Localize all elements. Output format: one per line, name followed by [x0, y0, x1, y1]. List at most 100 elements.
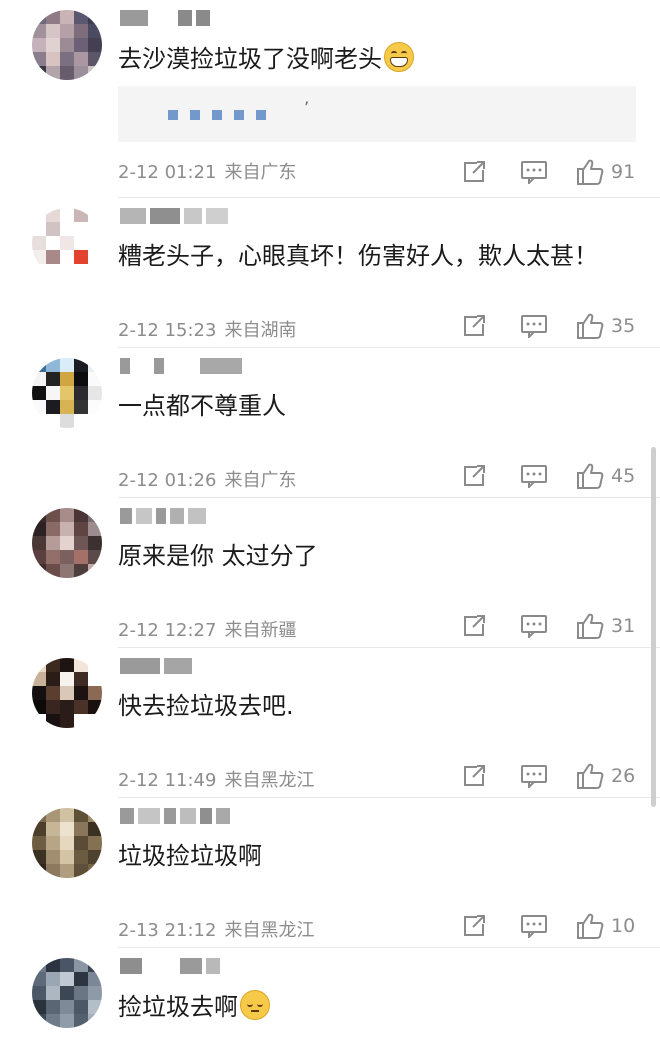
ip-location: 来自新疆 — [224, 620, 297, 641]
eye-roll-icon — [240, 990, 270, 1020]
avatar[interactable] — [32, 658, 102, 728]
comment-meta: 2-13 21:12 来自黑龙江 — [118, 916, 314, 942]
quote-mark: ’ — [304, 98, 310, 117]
avatar[interactable] — [32, 208, 102, 278]
comment-actions: 35 — [462, 312, 642, 342]
ip-location: 来自广东 — [224, 470, 297, 491]
timestamp: 2-12 11:49 — [118, 770, 217, 791]
like-button[interactable]: 35 — [575, 312, 635, 340]
share-icon — [462, 160, 488, 184]
avatar[interactable] — [32, 808, 102, 878]
comment-icon — [520, 914, 548, 938]
comment-item: 原来是你 太过分了 2-12 12:27 来自新疆 31 — [0, 498, 660, 648]
ip-location: 来自黑龙江 — [224, 920, 315, 941]
reply-button[interactable] — [520, 312, 548, 340]
comment-item: 捡垃圾去啊 — [0, 948, 660, 1043]
reply-button[interactable] — [520, 158, 548, 186]
comment-actions: 10 — [462, 912, 642, 942]
username-blurred[interactable] — [120, 658, 192, 680]
like-button[interactable]: 91 — [575, 158, 635, 186]
avatar[interactable] — [32, 958, 102, 1028]
comment-text-content: 垃圾捡垃圾啊 — [118, 842, 262, 870]
comment-icon — [520, 764, 548, 788]
like-button[interactable]: 45 — [575, 462, 635, 490]
comment-text: 垃圾捡垃圾啊 — [118, 840, 262, 872]
like-count: 10 — [611, 915, 636, 937]
comment-text-content: 糟老头子，心眼真坏！伤害好人，欺人太甚！ — [118, 242, 598, 270]
comment-list: 去沙漠捡垃圾了没啊老头 ’ 2-12 01:21 来自广东 91 糟老头子，心眼真坏！伤害… — [0, 0, 660, 1043]
comment-text-content: 一点都不尊重人 — [118, 392, 286, 420]
thumbs-up-icon — [575, 312, 605, 340]
share-icon — [462, 464, 488, 488]
ip-location: 来自湖南 — [224, 320, 297, 341]
timestamp: 2-12 01:21 — [118, 162, 217, 183]
like-count: 91 — [611, 161, 636, 183]
username-blurred[interactable] — [120, 958, 220, 980]
share-icon — [462, 914, 488, 938]
comment-item: 垃圾捡垃圾啊 2-13 21:12 来自黑龙江 10 — [0, 798, 660, 948]
like-count: 26 — [611, 765, 636, 787]
comment-item: 快去捡垃圾去吧. 2-12 11:49 来自黑龙江 26 — [0, 648, 660, 798]
comment-text: 快去捡垃圾去吧. — [118, 690, 294, 722]
comment-actions: 45 — [462, 462, 642, 492]
username-blurred[interactable] — [120, 358, 242, 380]
comment-meta: 2-12 12:27 来自新疆 — [118, 616, 296, 642]
avatar[interactable] — [32, 10, 102, 80]
share-button[interactable] — [462, 912, 488, 940]
thumbs-up-icon — [575, 612, 605, 640]
scrollbar[interactable] — [651, 447, 656, 807]
username-blurred[interactable] — [120, 508, 206, 530]
thumbs-up-icon — [575, 462, 605, 490]
share-button[interactable] — [462, 612, 488, 640]
share-button[interactable] — [462, 462, 488, 490]
reply-button[interactable] — [520, 912, 548, 940]
comment-meta: 2-12 11:49 来自黑龙江 — [118, 766, 314, 792]
ip-location: 来自广东 — [224, 162, 297, 183]
like-button[interactable]: 26 — [575, 762, 635, 790]
thumbs-up-icon — [575, 912, 605, 940]
comment-icon — [520, 160, 548, 184]
share-button[interactable] — [462, 158, 488, 186]
timestamp: 2-12 12:27 — [118, 620, 217, 641]
comment-meta: 2-12 01:26 来自广东 — [118, 466, 296, 492]
ip-location: 来自黑龙江 — [224, 770, 315, 791]
avatar[interactable] — [32, 358, 102, 428]
username-blurred[interactable] — [120, 208, 228, 230]
comment-text: 捡垃圾去啊 — [118, 990, 270, 1023]
comment-text: 原来是你 太过分了 — [118, 540, 318, 572]
comment-icon — [520, 614, 548, 638]
share-icon — [462, 314, 488, 338]
share-icon — [462, 764, 488, 788]
reply-button[interactable] — [520, 762, 548, 790]
timestamp: 2-12 15:23 — [118, 320, 217, 341]
comment-icon — [520, 464, 548, 488]
comment-text: 去沙漠捡垃圾了没啊老头 — [118, 42, 414, 75]
comment-text-content: 去沙漠捡垃圾了没啊老头 — [118, 45, 382, 73]
comment-text-content: 快去捡垃圾去吧. — [118, 692, 294, 720]
comment-item: 去沙漠捡垃圾了没啊老头 ’ 2-12 01:21 来自广东 91 — [0, 0, 660, 198]
like-button[interactable]: 10 — [575, 912, 635, 940]
thumbs-up-icon — [575, 762, 605, 790]
quoted-reply[interactable]: ’ — [118, 86, 636, 142]
like-button[interactable]: 31 — [575, 612, 635, 640]
grin-icon — [384, 42, 414, 72]
thumbs-up-icon — [575, 158, 605, 186]
reply-button[interactable] — [520, 612, 548, 640]
comment-actions: 91 — [462, 158, 642, 188]
comment-text: 糟老头子，心眼真坏！伤害好人，欺人太甚！ — [118, 240, 598, 272]
share-button[interactable] — [462, 312, 488, 340]
comment-actions: 26 — [462, 762, 642, 792]
comment-meta: 2-12 15:23 来自湖南 — [118, 316, 296, 342]
username-blurred[interactable] — [120, 808, 230, 830]
share-button[interactable] — [462, 762, 488, 790]
like-count: 31 — [611, 615, 636, 637]
comment-icon — [520, 314, 548, 338]
timestamp: 2-12 01:26 — [118, 470, 217, 491]
avatar[interactable] — [32, 508, 102, 578]
comment-item: 糟老头子，心眼真坏！伤害好人，欺人太甚！ 2-12 15:23 来自湖南 35 — [0, 198, 660, 348]
reply-button[interactable] — [520, 462, 548, 490]
like-count: 35 — [611, 315, 636, 337]
comment-item: 一点都不尊重人 2-12 01:26 来自广东 45 — [0, 348, 660, 498]
username-blurred[interactable] — [120, 10, 210, 32]
comment-text-content: 原来是你 太过分了 — [118, 542, 318, 570]
